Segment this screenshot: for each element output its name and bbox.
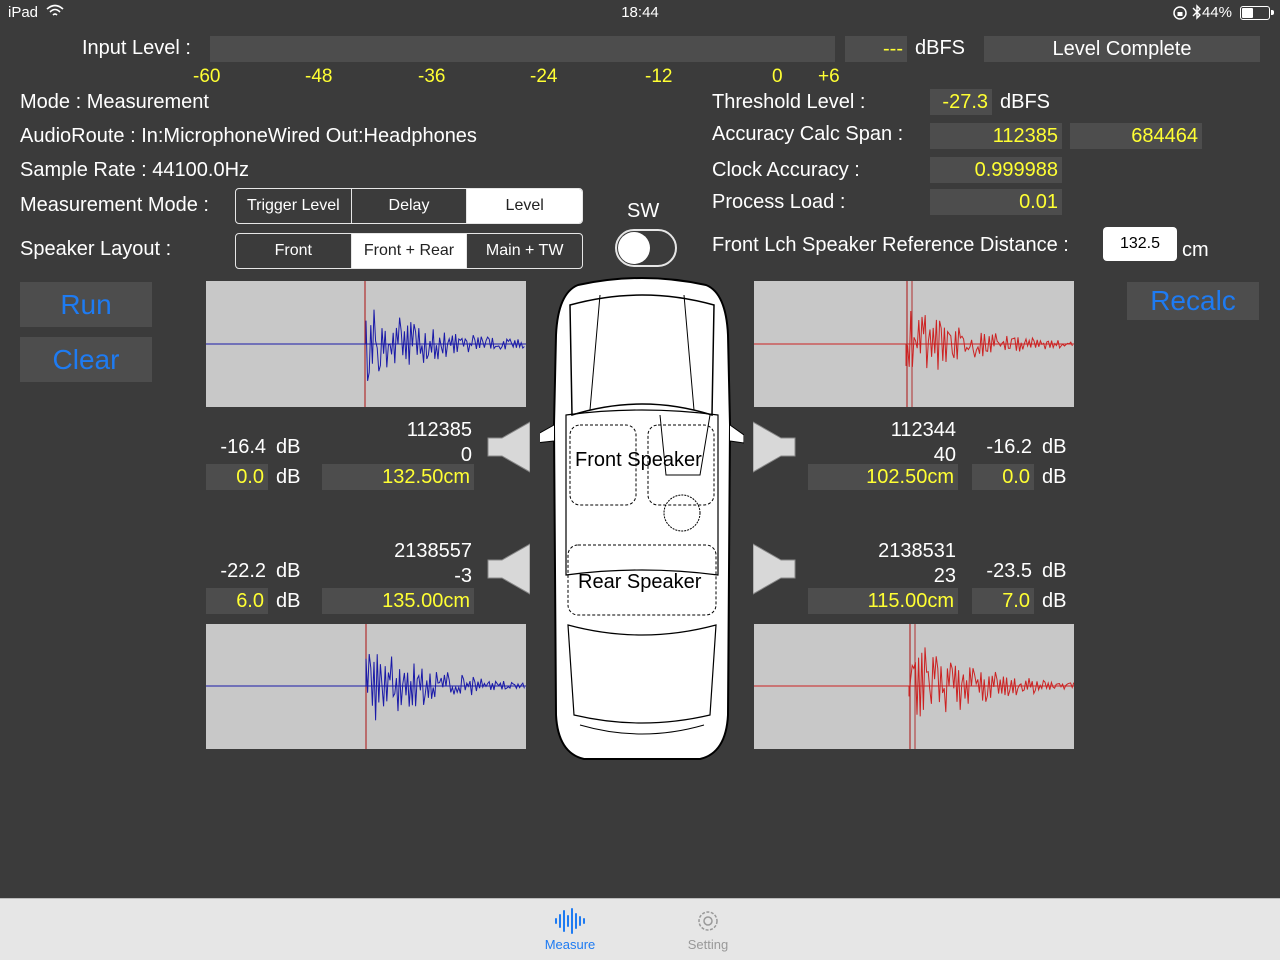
sw-label: SW bbox=[627, 200, 660, 222]
clock-accuracy-label: Clock Accuracy : bbox=[712, 159, 860, 181]
span-value-a: 112385 bbox=[930, 123, 1062, 149]
meter-tick: 0 bbox=[772, 66, 783, 87]
fr-gain: 0.0 bbox=[972, 464, 1034, 490]
segment-delay[interactable]: Delay bbox=[352, 189, 468, 223]
speaker-layout-label: Speaker Layout : bbox=[20, 238, 172, 260]
speaker-rear-right-icon bbox=[752, 540, 799, 603]
speaker-front-left-icon bbox=[484, 418, 531, 481]
input-level-label: Input Level : bbox=[82, 37, 191, 59]
segment-front[interactable]: Front bbox=[236, 234, 352, 268]
rr-gain-unit: dB bbox=[1042, 590, 1067, 612]
threshold-value: -27.3 bbox=[930, 89, 992, 115]
waveform-rear-left bbox=[206, 624, 526, 749]
fl-gain: 0.0 bbox=[206, 464, 268, 490]
level-status: Level Complete bbox=[984, 36, 1260, 62]
reference-distance-unit: cm bbox=[1182, 239, 1209, 261]
rl-gain-unit: dB bbox=[276, 590, 301, 612]
waveform-icon bbox=[555, 908, 585, 934]
recalc-button[interactable]: Recalc bbox=[1127, 282, 1259, 320]
audio-route-text: AudioRoute : In:MicrophoneWired Out:Head… bbox=[20, 125, 477, 147]
meter-tick: -48 bbox=[305, 66, 333, 87]
gear-icon bbox=[698, 911, 718, 931]
segment-level[interactable]: Level bbox=[467, 189, 582, 223]
meter-tick: -60 bbox=[193, 66, 221, 87]
rl-gain: 6.0 bbox=[206, 588, 268, 614]
fr-level: -16.2 bbox=[986, 436, 1032, 458]
rl-delay: -3 bbox=[454, 565, 472, 587]
rotation-lock-icon bbox=[1172, 5, 1188, 25]
tab-measure[interactable]: Measure bbox=[520, 899, 620, 952]
fl-level-unit: dB bbox=[276, 436, 301, 458]
run-button[interactable]: Run bbox=[20, 282, 152, 327]
waveform-rear-right bbox=[754, 624, 1075, 749]
clock-accuracy-value: 0.999988 bbox=[930, 157, 1062, 183]
fr-level-unit: dB bbox=[1042, 436, 1067, 458]
segment-main-tw[interactable]: Main + TW bbox=[467, 234, 582, 268]
segment-trigger-level[interactable]: Trigger Level bbox=[236, 189, 352, 223]
rl-sample-count: 2138557 bbox=[394, 540, 472, 562]
tab-setting-label: Setting bbox=[687, 937, 729, 952]
meter-tick: -24 bbox=[530, 66, 558, 87]
fr-gain-unit: dB bbox=[1042, 466, 1067, 488]
meter-tick: +6 bbox=[818, 66, 840, 87]
rr-delay: 23 bbox=[933, 565, 956, 587]
meter-tick: -36 bbox=[418, 66, 446, 87]
rl-distance: 135.00cm bbox=[322, 588, 474, 614]
clock: 18:44 bbox=[621, 4, 659, 21]
fl-gain-unit: dB bbox=[276, 466, 301, 488]
sample-rate-text: Sample Rate : 44100.0Hz bbox=[20, 159, 250, 181]
speaker-layout-control: Front Front + Rear Main + TW bbox=[235, 233, 583, 269]
segment-front-rear[interactable]: Front + Rear bbox=[351, 234, 468, 268]
status-bar: iPad 18:44 44% bbox=[0, 0, 1280, 26]
rr-gain: 7.0 bbox=[972, 588, 1034, 614]
sw-toggle[interactable] bbox=[615, 229, 677, 267]
fl-level: -16.4 bbox=[220, 436, 266, 458]
mode-text: Mode : Measurement bbox=[20, 91, 209, 113]
meter-tick: -12 bbox=[645, 66, 673, 87]
span-label: Accuracy Calc Span : bbox=[712, 123, 904, 145]
rr-sample-count: 2138531 bbox=[878, 540, 956, 562]
clear-button[interactable]: Clear bbox=[20, 337, 152, 382]
fl-distance: 132.50cm bbox=[322, 464, 474, 490]
battery-percent: 44% bbox=[1201, 4, 1232, 21]
rl-level-unit: dB bbox=[276, 560, 301, 582]
battery-icon bbox=[1240, 6, 1274, 20]
threshold-unit: dBFS bbox=[1000, 91, 1051, 113]
rr-level: -23.5 bbox=[986, 560, 1032, 582]
input-level-value: --- bbox=[845, 36, 907, 62]
fr-distance: 102.50cm bbox=[808, 464, 958, 490]
measurement-mode-label: Measurement Mode : bbox=[20, 194, 209, 216]
fr-sample-count: 112344 bbox=[890, 419, 956, 441]
input-level-meter bbox=[210, 36, 835, 62]
rr-level-unit: dB bbox=[1042, 560, 1067, 582]
front-speaker-label: Front Speaker bbox=[575, 449, 702, 471]
tab-setting[interactable]: Setting bbox=[658, 899, 758, 952]
waveform-front-left bbox=[206, 281, 526, 407]
toggle-knob bbox=[618, 232, 650, 264]
speaker-front-right-icon bbox=[752, 418, 799, 481]
tab-measure-label: Measure bbox=[544, 937, 596, 952]
rl-level: -22.2 bbox=[220, 560, 266, 582]
input-level-unit: dBFS bbox=[915, 37, 966, 59]
fl-sample-count: 112385 bbox=[406, 419, 472, 441]
measurement-mode-control: Trigger Level Delay Level bbox=[235, 188, 583, 224]
bluetooth-icon bbox=[1192, 4, 1202, 24]
rr-distance: 115.00cm bbox=[808, 588, 958, 614]
rear-speaker-label: Rear Speaker bbox=[578, 571, 702, 593]
process-load-label: Process Load : bbox=[712, 191, 846, 213]
waveform-front-right bbox=[754, 281, 1074, 407]
speaker-rear-left-icon bbox=[484, 540, 531, 603]
reference-distance-label: Front Lch Speaker Reference Distance : bbox=[712, 234, 1069, 256]
threshold-label: Threshold Level : bbox=[712, 91, 866, 113]
car-diagram bbox=[535, 275, 745, 765]
process-load-value: 0.01 bbox=[930, 189, 1062, 215]
span-value-b: 684464 bbox=[1070, 123, 1202, 149]
tab-bar: Measure Setting bbox=[0, 898, 1280, 960]
reference-distance-input[interactable]: 132.5 bbox=[1103, 227, 1177, 261]
